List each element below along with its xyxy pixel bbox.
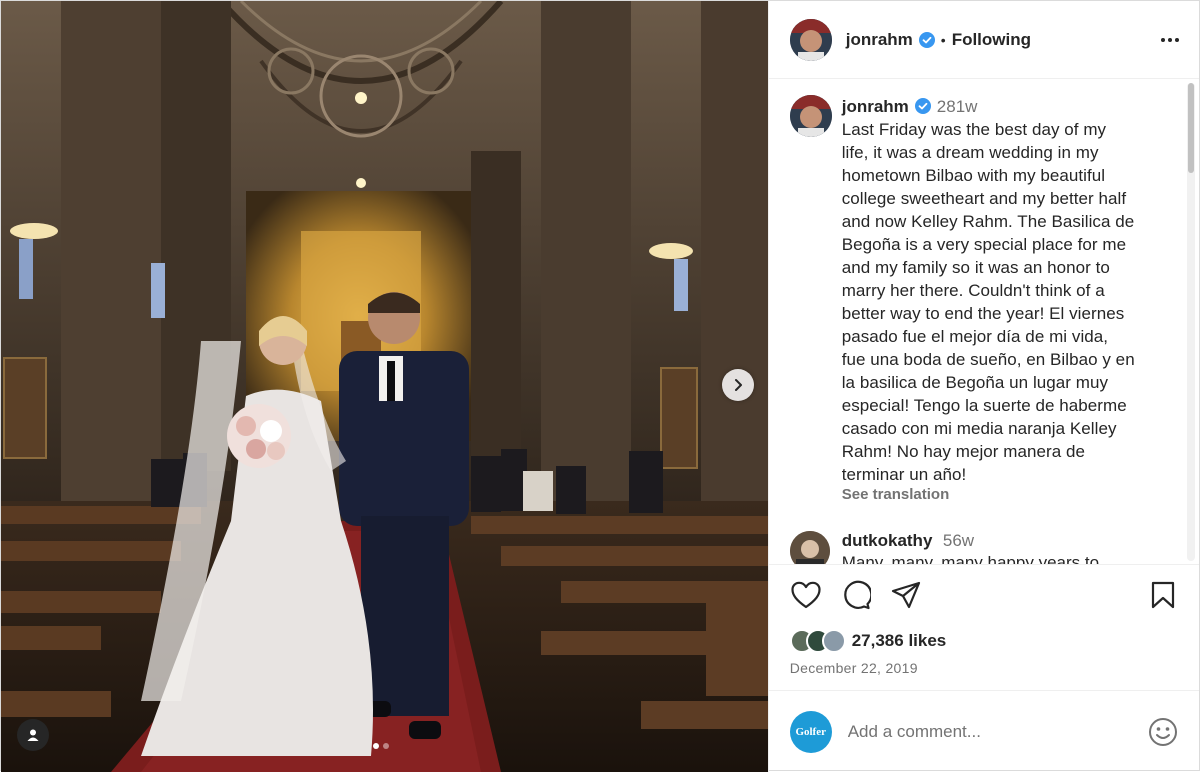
comments-scrollbar[interactable] — [1187, 83, 1195, 561]
share-button[interactable] — [890, 579, 922, 611]
comments-section[interactable]: jonrahm 281w Last Friday was the best day… — [768, 79, 1199, 565]
scrollbar-thumb[interactable] — [1188, 83, 1194, 173]
commenter-avatar[interactable] — [789, 531, 830, 564]
wedding-photo-image — [1, 1, 768, 772]
next-slide-button[interactable] — [722, 369, 754, 401]
comment-button[interactable] — [840, 579, 872, 611]
caption-author-avatar[interactable] — [789, 95, 832, 137]
header-separator: • — [940, 31, 946, 48]
save-button[interactable] — [1147, 579, 1179, 611]
caption-username[interactable]: jonrahm — [842, 97, 909, 116]
caption-timestamp[interactable]: 281w — [937, 97, 978, 116]
post-actions — [769, 565, 1199, 625]
carousel-indicators — [373, 743, 389, 749]
liker-avatar — [821, 629, 846, 653]
avatar-image — [789, 18, 832, 61]
post-caption: jonrahm 281w Last Friday was the best day… — [789, 95, 1170, 503]
heart-icon — [791, 581, 821, 609]
comment-icon — [843, 580, 871, 610]
comment-timestamp[interactable]: 56w — [943, 531, 974, 550]
post-header: jonrahm • Following — [768, 1, 1199, 79]
comment-item: dutkokathy 56w Many, many, many happy ye… — [789, 531, 1170, 565]
post-photo[interactable] — [1, 1, 768, 772]
carousel-dot-active — [373, 743, 379, 749]
likes-count[interactable]: 27,386 likes — [852, 631, 947, 651]
verified-badge-icon — [914, 98, 931, 114]
carousel-dot — [383, 743, 389, 749]
likes-summary[interactable]: 27,386 likes — [769, 625, 1199, 657]
more-options-icon[interactable] — [1161, 32, 1179, 48]
commenter-username[interactable]: dutkokathy — [842, 531, 933, 550]
following-button[interactable]: Following — [952, 30, 1031, 50]
current-user-avatar[interactable]: Golfer — [789, 710, 832, 753]
like-button[interactable] — [790, 579, 822, 611]
author-username[interactable]: jonrahm — [846, 30, 913, 50]
verified-badge-icon — [918, 31, 935, 48]
emoji-icon[interactable] — [1147, 716, 1179, 748]
see-translation-link[interactable]: See translation — [842, 486, 1170, 503]
user-tag-icon — [27, 729, 39, 741]
liker-avatars — [789, 629, 846, 653]
tagged-users-button[interactable] — [17, 719, 49, 751]
share-icon — [891, 581, 920, 609]
add-comment-bar: Golfer — [768, 690, 1199, 772]
chevron-right-icon — [735, 379, 742, 391]
comment-text: Many, many, many happy years to — [841, 553, 1100, 565]
avatar-image — [789, 531, 830, 564]
author-avatar[interactable] — [789, 18, 832, 61]
post-date[interactable]: December 22, 2019 — [769, 657, 1199, 679]
avatar-image — [789, 95, 832, 137]
bookmark-icon — [1151, 581, 1175, 609]
post-side-panel: jonrahm • Following jonrahm 281w Last Fr… — [767, 1, 1199, 772]
caption-text: Last Friday was the best day of my life,… — [841, 120, 1135, 484]
comment-input[interactable] — [847, 721, 1128, 742]
instagram-post: jonrahm • Following jonrahm 281w Last Fr… — [0, 0, 1200, 772]
